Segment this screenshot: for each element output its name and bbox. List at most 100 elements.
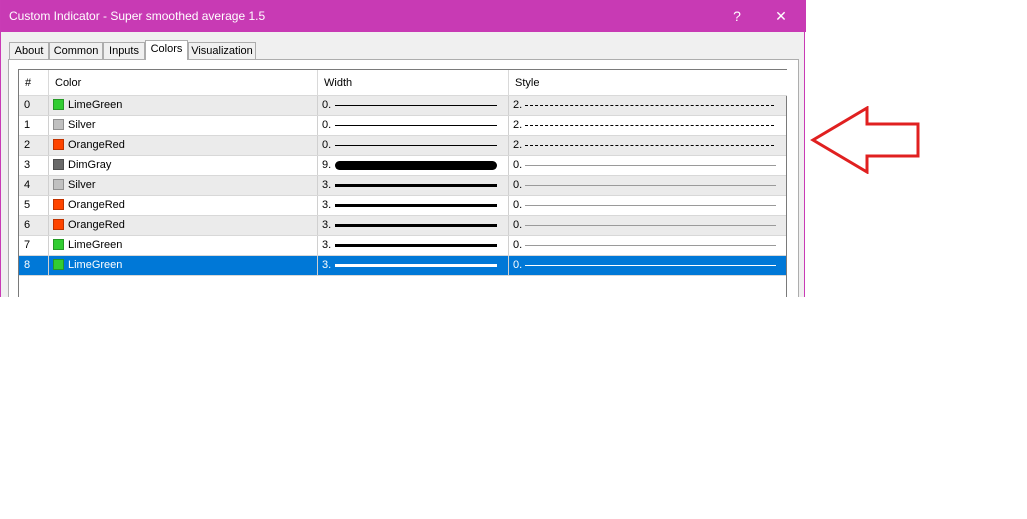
color-name: OrangeRed [68,139,125,151]
color-name: LimeGreen [68,239,123,251]
width-cell[interactable]: 9. [318,156,509,175]
table-row[interactable]: 7 LimeGreen 3. 0. [19,236,786,256]
row-index: 2 [19,136,49,155]
style-preview-line [525,245,776,246]
style-preview-line [525,145,774,146]
color-name: OrangeRed [68,199,125,211]
tab-about[interactable]: About [9,42,49,59]
width-cell[interactable]: 3. [318,216,509,235]
table-row[interactable]: 0 LimeGreen 0. 2. [19,96,786,116]
color-cell[interactable]: LimeGreen [49,256,318,275]
color-swatch [53,139,64,150]
width-cell[interactable]: 3. [318,176,509,195]
color-cell[interactable]: Silver [49,176,318,195]
style-preview-line [525,165,776,166]
row-index: 1 [19,116,49,135]
width-value: 3. [322,199,332,211]
color-cell[interactable]: LimeGreen [49,236,318,255]
table-row[interactable]: 5 OrangeRed 3. 0. [19,196,786,216]
color-name: OrangeRed [68,219,125,231]
tab-visualization[interactable]: Visualization [188,42,256,59]
color-swatch [53,219,64,230]
width-preview-line [335,264,497,267]
style-preview-line [525,265,776,266]
color-cell[interactable]: Silver [49,116,318,135]
width-cell[interactable]: 3. [318,256,509,275]
style-cell[interactable]: 2. [509,136,786,155]
width-preview-line [335,105,497,106]
table-row[interactable]: 1 Silver 0. 2. [19,116,786,136]
style-cell[interactable]: 2. [509,116,786,135]
color-cell[interactable]: OrangeRed [49,216,318,235]
title-bar[interactable]: Custom Indicator - Super smoothed averag… [1,0,806,32]
style-preview-line [525,105,774,106]
width-cell[interactable]: 0. [318,116,509,135]
width-preview-line [335,125,497,126]
style-preview-line [525,205,776,206]
style-cell[interactable]: 0. [509,196,786,215]
color-swatch [53,119,64,130]
header-style[interactable]: Style [509,70,787,95]
style-cell[interactable]: 0. [509,256,786,275]
color-name: LimeGreen [68,99,123,111]
row-index: 3 [19,156,49,175]
row-index: 7 [19,236,49,255]
color-cell[interactable]: LimeGreen [49,96,318,115]
close-button[interactable]: ✕ [769,6,793,26]
style-cell[interactable]: 2. [509,96,786,115]
width-preview-line [335,161,497,170]
style-cell[interactable]: 0. [509,216,786,235]
red-arrow-left-icon [810,106,920,174]
header-color[interactable]: Color [49,70,318,95]
table-row[interactable]: 8 LimeGreen 3. 0. [19,256,786,276]
style-preview-line [525,225,776,226]
table-row[interactable]: 4 Silver 3. 0. [19,176,786,196]
color-swatch [53,179,64,190]
width-preview-line [335,145,497,146]
width-cell[interactable]: 0. [318,136,509,155]
width-value: 3. [322,259,332,271]
color-cell[interactable]: OrangeRed [49,136,318,155]
color-name: LimeGreen [68,259,123,271]
tab-common[interactable]: Common [49,42,103,59]
color-swatch [53,259,64,270]
table-row[interactable]: 2 OrangeRed 0. 2. [19,136,786,156]
style-cell[interactable]: 0. [509,156,786,175]
row-index: 5 [19,196,49,215]
color-name: DimGray [68,159,112,171]
color-swatch [53,159,64,170]
width-value: 0. [322,99,332,111]
style-cell[interactable]: 0. [509,176,786,195]
color-name: Silver [68,179,96,191]
width-value: 3. [322,179,332,191]
color-swatch [53,199,64,210]
width-cell[interactable]: 3. [318,236,509,255]
table-row[interactable]: 6 OrangeRed 3. 0. [19,216,786,236]
tab-inputs[interactable]: Inputs [103,42,145,59]
color-cell[interactable]: OrangeRed [49,196,318,215]
table-row[interactable]: 3 DimGray 9. 0. [19,156,786,176]
width-value: 9. [322,159,332,171]
width-value: 3. [322,239,332,251]
row-index: 0 [19,96,49,115]
header-index[interactable]: # [19,70,49,95]
width-preview-line [335,184,497,187]
width-cell[interactable]: 3. [318,196,509,215]
width-value: 0. [322,139,332,151]
help-button[interactable]: ? [725,6,749,26]
color-name: Silver [68,119,96,131]
style-preview-line [525,125,774,126]
style-preview-line [525,185,776,186]
header-width[interactable]: Width [318,70,509,95]
window-title: Custom Indicator - Super smoothed averag… [9,9,266,23]
width-value: 3. [322,219,332,231]
row-index: 4 [19,176,49,195]
style-cell[interactable]: 0. [509,236,786,255]
tab-colors[interactable]: Colors [145,40,188,60]
row-index: 6 [19,216,49,235]
table-header: # Color Width Style [19,70,787,96]
colors-table: # Color Width Style 0 LimeGreen 0. 2. 1 Silve… [18,69,787,297]
width-preview-line [335,244,497,247]
color-cell[interactable]: DimGray [49,156,318,175]
width-cell[interactable]: 0. [318,96,509,115]
